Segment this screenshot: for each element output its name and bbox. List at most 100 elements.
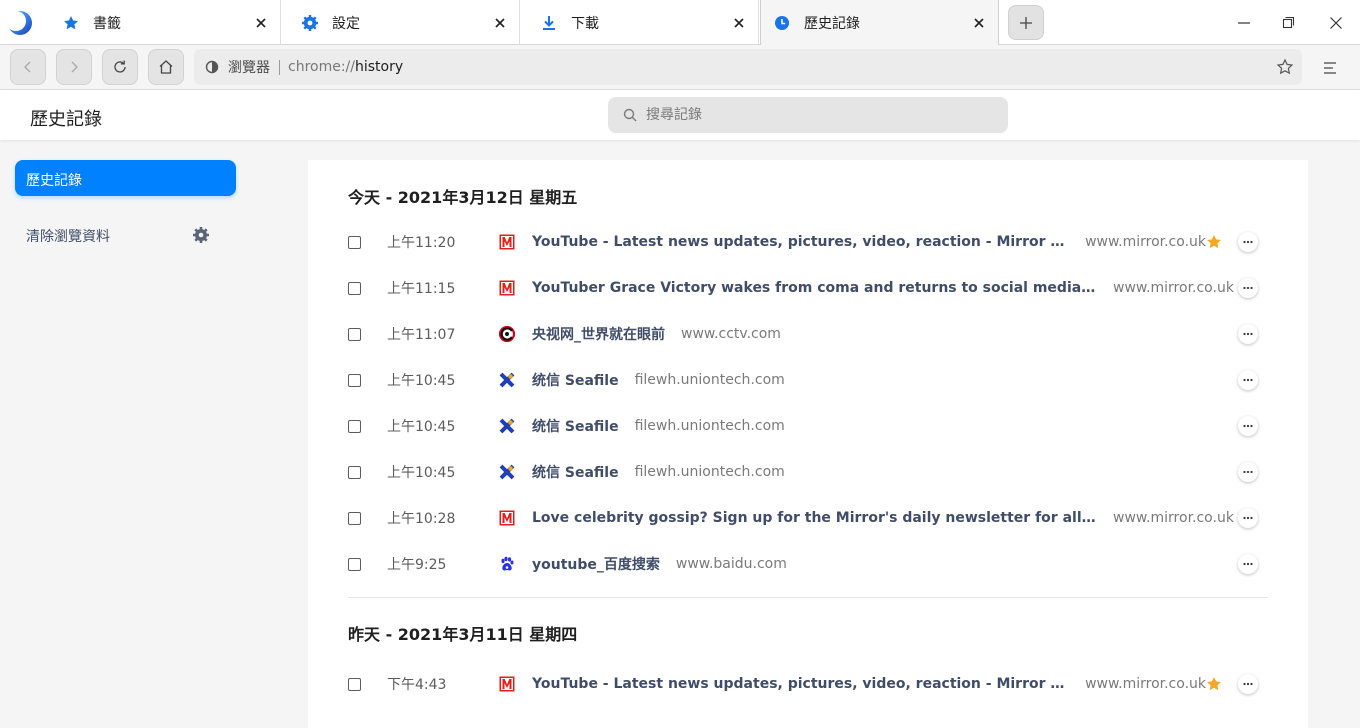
history-row[interactable]: 上午10:45 统信 Seafile filewh.uniontech.com <box>348 403 1268 449</box>
tab-history[interactable]: 歷史記錄 <box>760 0 999 45</box>
close-icon[interactable] <box>491 14 509 32</box>
starred-icon[interactable] <box>1206 676 1222 692</box>
divider <box>279 59 280 75</box>
page-title-link[interactable]: Love celebrity gossip? Sign up for the M… <box>532 510 1097 526</box>
history-row[interactable]: 上午9:25 youtube_百度搜索 www.baidu.com <box>348 541 1268 587</box>
tab-downloads[interactable]: 下載 <box>520 0 759 45</box>
home-icon <box>159 60 173 74</box>
baidu-favicon-icon <box>499 556 515 572</box>
more-options-button[interactable] <box>1238 370 1258 390</box>
page-domain: filewh.uniontech.com <box>634 418 785 434</box>
page-title-link[interactable]: 统信 Seafile <box>532 370 619 390</box>
visit-time: 上午10:45 <box>387 465 456 481</box>
mirror-favicon-icon <box>499 510 515 526</box>
history-row[interactable]: 下午4:43 YouTube - Latest news updates, pic… <box>348 661 1268 707</box>
home-button[interactable] <box>148 49 184 85</box>
site-label: 瀏覽器 <box>228 60 270 76</box>
reload-button[interactable] <box>102 49 138 85</box>
bookmark-star-icon <box>63 15 79 31</box>
select-checkbox[interactable] <box>348 373 361 387</box>
select-checkbox[interactable] <box>348 465 361 479</box>
new-tab-button[interactable] <box>1008 5 1044 40</box>
select-checkbox[interactable] <box>348 419 361 433</box>
more-options-button[interactable] <box>1238 416 1258 436</box>
page-title-link[interactable]: YouTube - Latest news updates, pictures,… <box>532 676 1069 692</box>
visit-time: 上午9:25 <box>387 557 447 573</box>
page-title-link[interactable]: 统信 Seafile <box>532 462 619 482</box>
page-title-link[interactable]: youtube_百度搜索 <box>532 554 660 574</box>
visit-time: 上午11:07 <box>387 327 456 343</box>
page-title-link[interactable]: 央视网_世界就在眼前 <box>532 324 665 344</box>
tab-bookmarks[interactable]: 書籤 <box>42 0 281 45</box>
plus-icon <box>1020 16 1032 29</box>
cctv-favicon-icon <box>499 326 515 342</box>
close-icon[interactable] <box>730 14 748 32</box>
visit-time: 上午10:28 <box>387 511 456 527</box>
chevron-left-icon <box>24 61 31 73</box>
url-scheme: chrome:// <box>288 59 355 75</box>
more-options-button[interactable] <box>1238 554 1258 574</box>
history-row[interactable]: 上午11:07 央视网_世界就在眼前 www.cctv.com <box>348 311 1268 357</box>
starred-icon[interactable] <box>1206 234 1222 250</box>
history-row[interactable]: 上午11:20 YouTube - Latest news updates, pi… <box>348 219 1268 265</box>
bookmark-star-icon[interactable] <box>1276 58 1294 76</box>
page-title-link[interactable]: YouTube - Latest news updates, pictures,… <box>532 234 1069 250</box>
search-input[interactable] <box>646 107 986 123</box>
maximize-button[interactable] <box>1273 8 1303 38</box>
tab-title: 下載 <box>571 15 599 32</box>
tab-strip: 書籤 設定 下載 歷史記錄 <box>0 0 1360 45</box>
more-options-button[interactable] <box>1238 462 1258 482</box>
select-checkbox[interactable] <box>348 557 361 571</box>
history-row[interactable]: 上午11:15 YouTuber Grace Victory wakes from… <box>348 265 1268 311</box>
page-domain: www.mirror.co.uk <box>1085 234 1206 250</box>
close-icon[interactable] <box>252 14 270 32</box>
select-checkbox[interactable] <box>348 511 361 525</box>
more-options-button[interactable] <box>1238 674 1258 694</box>
tab-settings[interactable]: 設定 <box>281 0 520 45</box>
close-icon <box>1330 17 1342 29</box>
visit-time: 上午11:20 <box>387 235 456 251</box>
page-domain: www.mirror.co.uk <box>1113 280 1234 296</box>
more-options-button[interactable] <box>1238 324 1258 344</box>
address-bar[interactable]: 瀏覽器 chrome://history <box>194 49 1302 85</box>
history-row[interactable]: 上午10:45 统信 Seafile filewh.uniontech.com <box>348 449 1268 495</box>
site-info-icon[interactable] <box>204 59 220 75</box>
uniontech-favicon-icon <box>499 418 515 434</box>
history-row[interactable]: 上午10:28 Love celebrity gossip? Sign up fo… <box>348 495 1268 541</box>
forward-button[interactable] <box>56 49 92 85</box>
close-icon[interactable] <box>970 14 988 32</box>
sidebar-item-history[interactable]: 歷史記錄 <box>15 160 236 196</box>
page-title-link[interactable]: 统信 Seafile <box>532 416 619 436</box>
history-row[interactable]: 上午10:45 统信 Seafile filewh.uniontech.com <box>348 357 1268 403</box>
minimize-icon <box>1238 22 1250 24</box>
page-domain: filewh.uniontech.com <box>634 372 785 388</box>
page-title: 歷史記錄 <box>30 109 102 130</box>
select-checkbox[interactable] <box>348 677 361 691</box>
clear-browsing-data-link[interactable]: 清除瀏覽資料 <box>26 226 110 246</box>
reload-icon <box>114 60 126 73</box>
download-icon <box>541 15 557 31</box>
tab-title: 書籤 <box>93 15 121 32</box>
menu-icon[interactable] <box>1320 58 1340 78</box>
more-options-button[interactable] <box>1238 278 1258 298</box>
page-domain: www.baidu.com <box>675 556 787 572</box>
url-text[interactable]: chrome://history <box>288 59 403 75</box>
minimize-button[interactable] <box>1229 8 1259 38</box>
history-search[interactable] <box>608 97 1008 133</box>
close-window-button[interactable] <box>1321 8 1351 38</box>
gear-icon[interactable] <box>192 226 210 244</box>
page-header: 歷史記錄 <box>0 90 1360 140</box>
select-checkbox[interactable] <box>348 327 361 341</box>
select-checkbox[interactable] <box>348 281 361 295</box>
more-options-button[interactable] <box>1238 508 1258 528</box>
more-options-button[interactable] <box>1238 232 1258 252</box>
back-button[interactable] <box>10 49 46 85</box>
navigation-toolbar: 瀏覽器 chrome://history <box>0 45 1360 90</box>
page-title-link[interactable]: YouTuber Grace Victory wakes from coma a… <box>532 280 1097 296</box>
browser-logo-icon[interactable] <box>5 9 35 37</box>
mirror-favicon-icon <box>499 676 515 692</box>
visit-time: 上午11:15 <box>387 281 456 297</box>
uniontech-favicon-icon <box>499 464 515 480</box>
page-domain: www.mirror.co.uk <box>1085 676 1206 692</box>
select-checkbox[interactable] <box>348 235 361 249</box>
